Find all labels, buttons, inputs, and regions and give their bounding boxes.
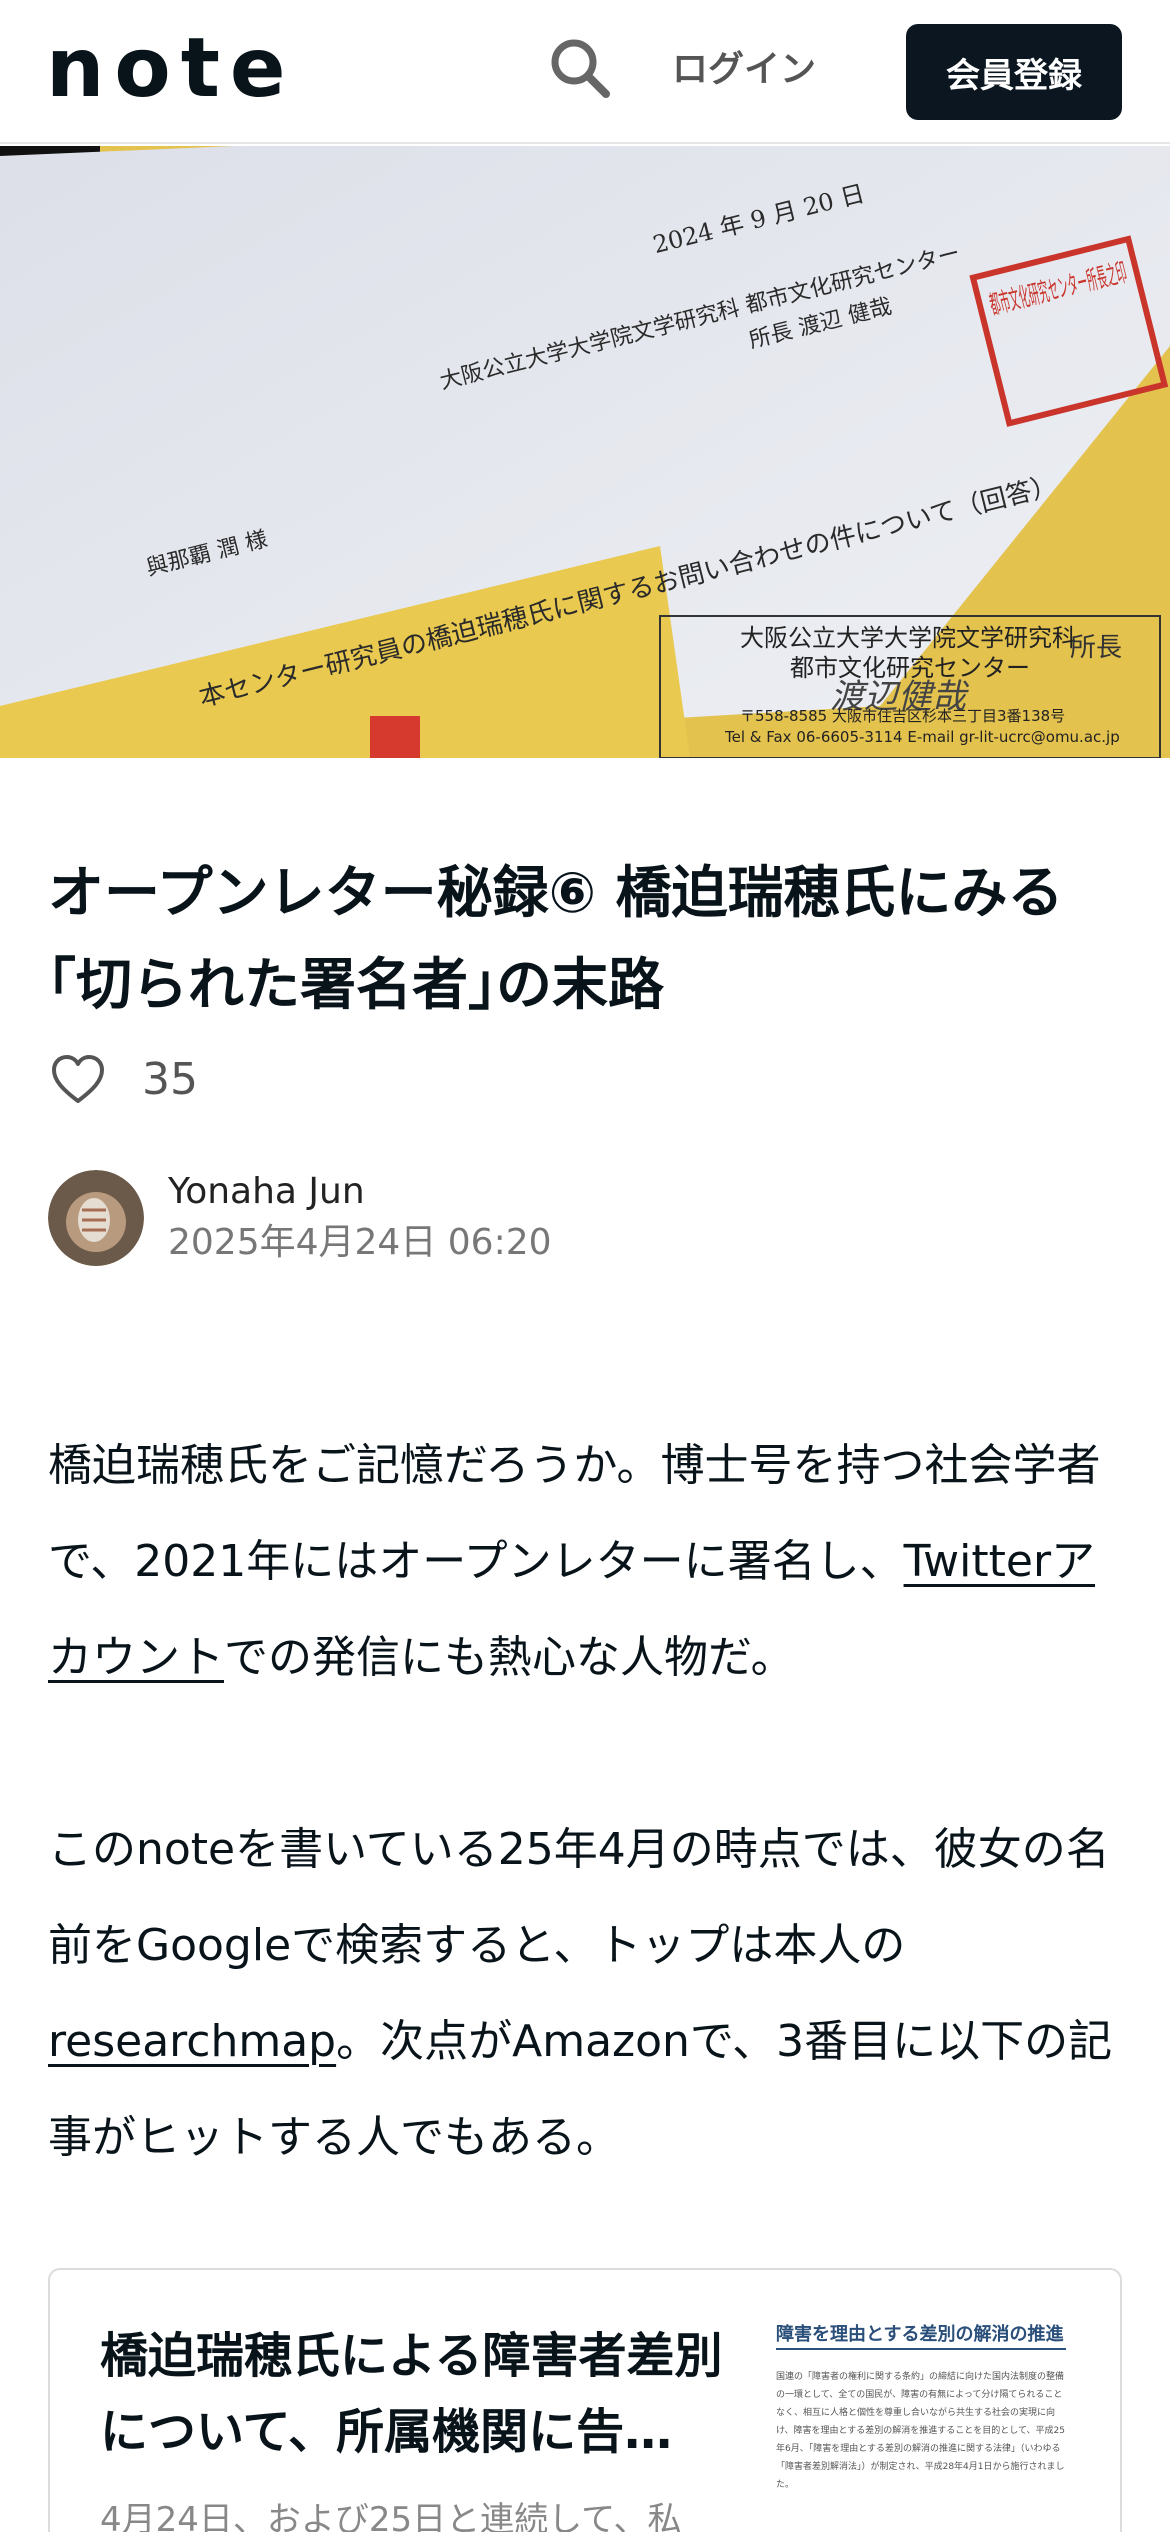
signup-button[interactable]: 会員登録 xyxy=(906,24,1122,120)
heart-icon[interactable] xyxy=(48,1049,108,1109)
paragraph-1: 橋迫瑞穂氏をご記憶だろうか。博士号を持つ社会学者で、2021年にはオープンレター… xyxy=(48,1418,1138,1706)
card-title: 橋迫瑞穂氏による障害者差別について、所属機関に告… xyxy=(100,2328,723,2460)
stamp-line1: 大阪公立大学大学院文学研究科 xyxy=(740,624,1076,652)
top-header: note ログイン 会員登録 xyxy=(0,0,1170,144)
paragraph-1-text-b: での発信にも熱心な人物だ。 xyxy=(224,1632,795,1683)
like-row: 35 xyxy=(48,1044,198,1114)
stamp-role: 所長 xyxy=(1070,633,1122,663)
card-thumbnail: 障害を理由とする差別の解消の推進 国連の「障害者の権利に関する条約」の締結に向け… xyxy=(772,2318,1084,2498)
stamp-contact: Tel & Fax 06-6605-3114 E-mail gr-lit-ucr… xyxy=(724,728,1120,746)
article-title: オープンレター秘録⑥ 橋迫瑞穂氏にみる｢切られた署名者｣の末路 xyxy=(48,861,1064,1018)
login-link[interactable]: ログイン xyxy=(672,44,816,96)
researchmap-link[interactable]: researchmap xyxy=(48,2016,336,2067)
thumb-text: 国連の「障害者の権利に関する条約」の締結に向けた国内法制度の整備の一環として、全… xyxy=(776,2372,1066,2488)
embedded-article-card[interactable]: 橋迫瑞穂氏による障害者差別について、所属機関に告… 4月24日、および25日と連… xyxy=(48,2268,1122,2532)
avatar[interactable] xyxy=(48,1170,144,1266)
note-logo[interactable]: note xyxy=(46,34,346,106)
stamp-address: 〒558-8585 大阪市住吉区杉本三丁目3番138号 xyxy=(740,707,1065,725)
search-icon[interactable] xyxy=(546,34,616,104)
author-name[interactable]: Yonaha Jun xyxy=(168,1167,552,1217)
like-count: 35 xyxy=(142,1053,198,1105)
card-description: 4月24日、および25日と連続して、私 xyxy=(100,2500,682,2532)
thumb-heading: 障害を理由とする差別の解消の推進 xyxy=(776,2323,1063,2345)
logo-text: note xyxy=(46,34,296,106)
article-body: 橋迫瑞穂氏をご記憶だろうか。博士号を持つ社会学者で、2021年にはオープンレター… xyxy=(48,1418,1138,2282)
hero-image: 2024 年 9 月 20 日 大阪公立大学大学院文学研究科 都市文化研究センタ… xyxy=(0,146,1170,758)
paragraph-2: このnoteを書いている25年4月の時点では、彼女の名前をGoogleで検索する… xyxy=(48,1802,1138,2186)
author-row: Yonaha Jun 2025年4月24日 06:20 xyxy=(48,1168,552,1268)
publish-date: 2025年4月24日 06:20 xyxy=(168,1222,552,1263)
paragraph-2-text-a: このnoteを書いている25年4月の時点では、彼女の名前をGoogleで検索する… xyxy=(48,1824,1110,1971)
